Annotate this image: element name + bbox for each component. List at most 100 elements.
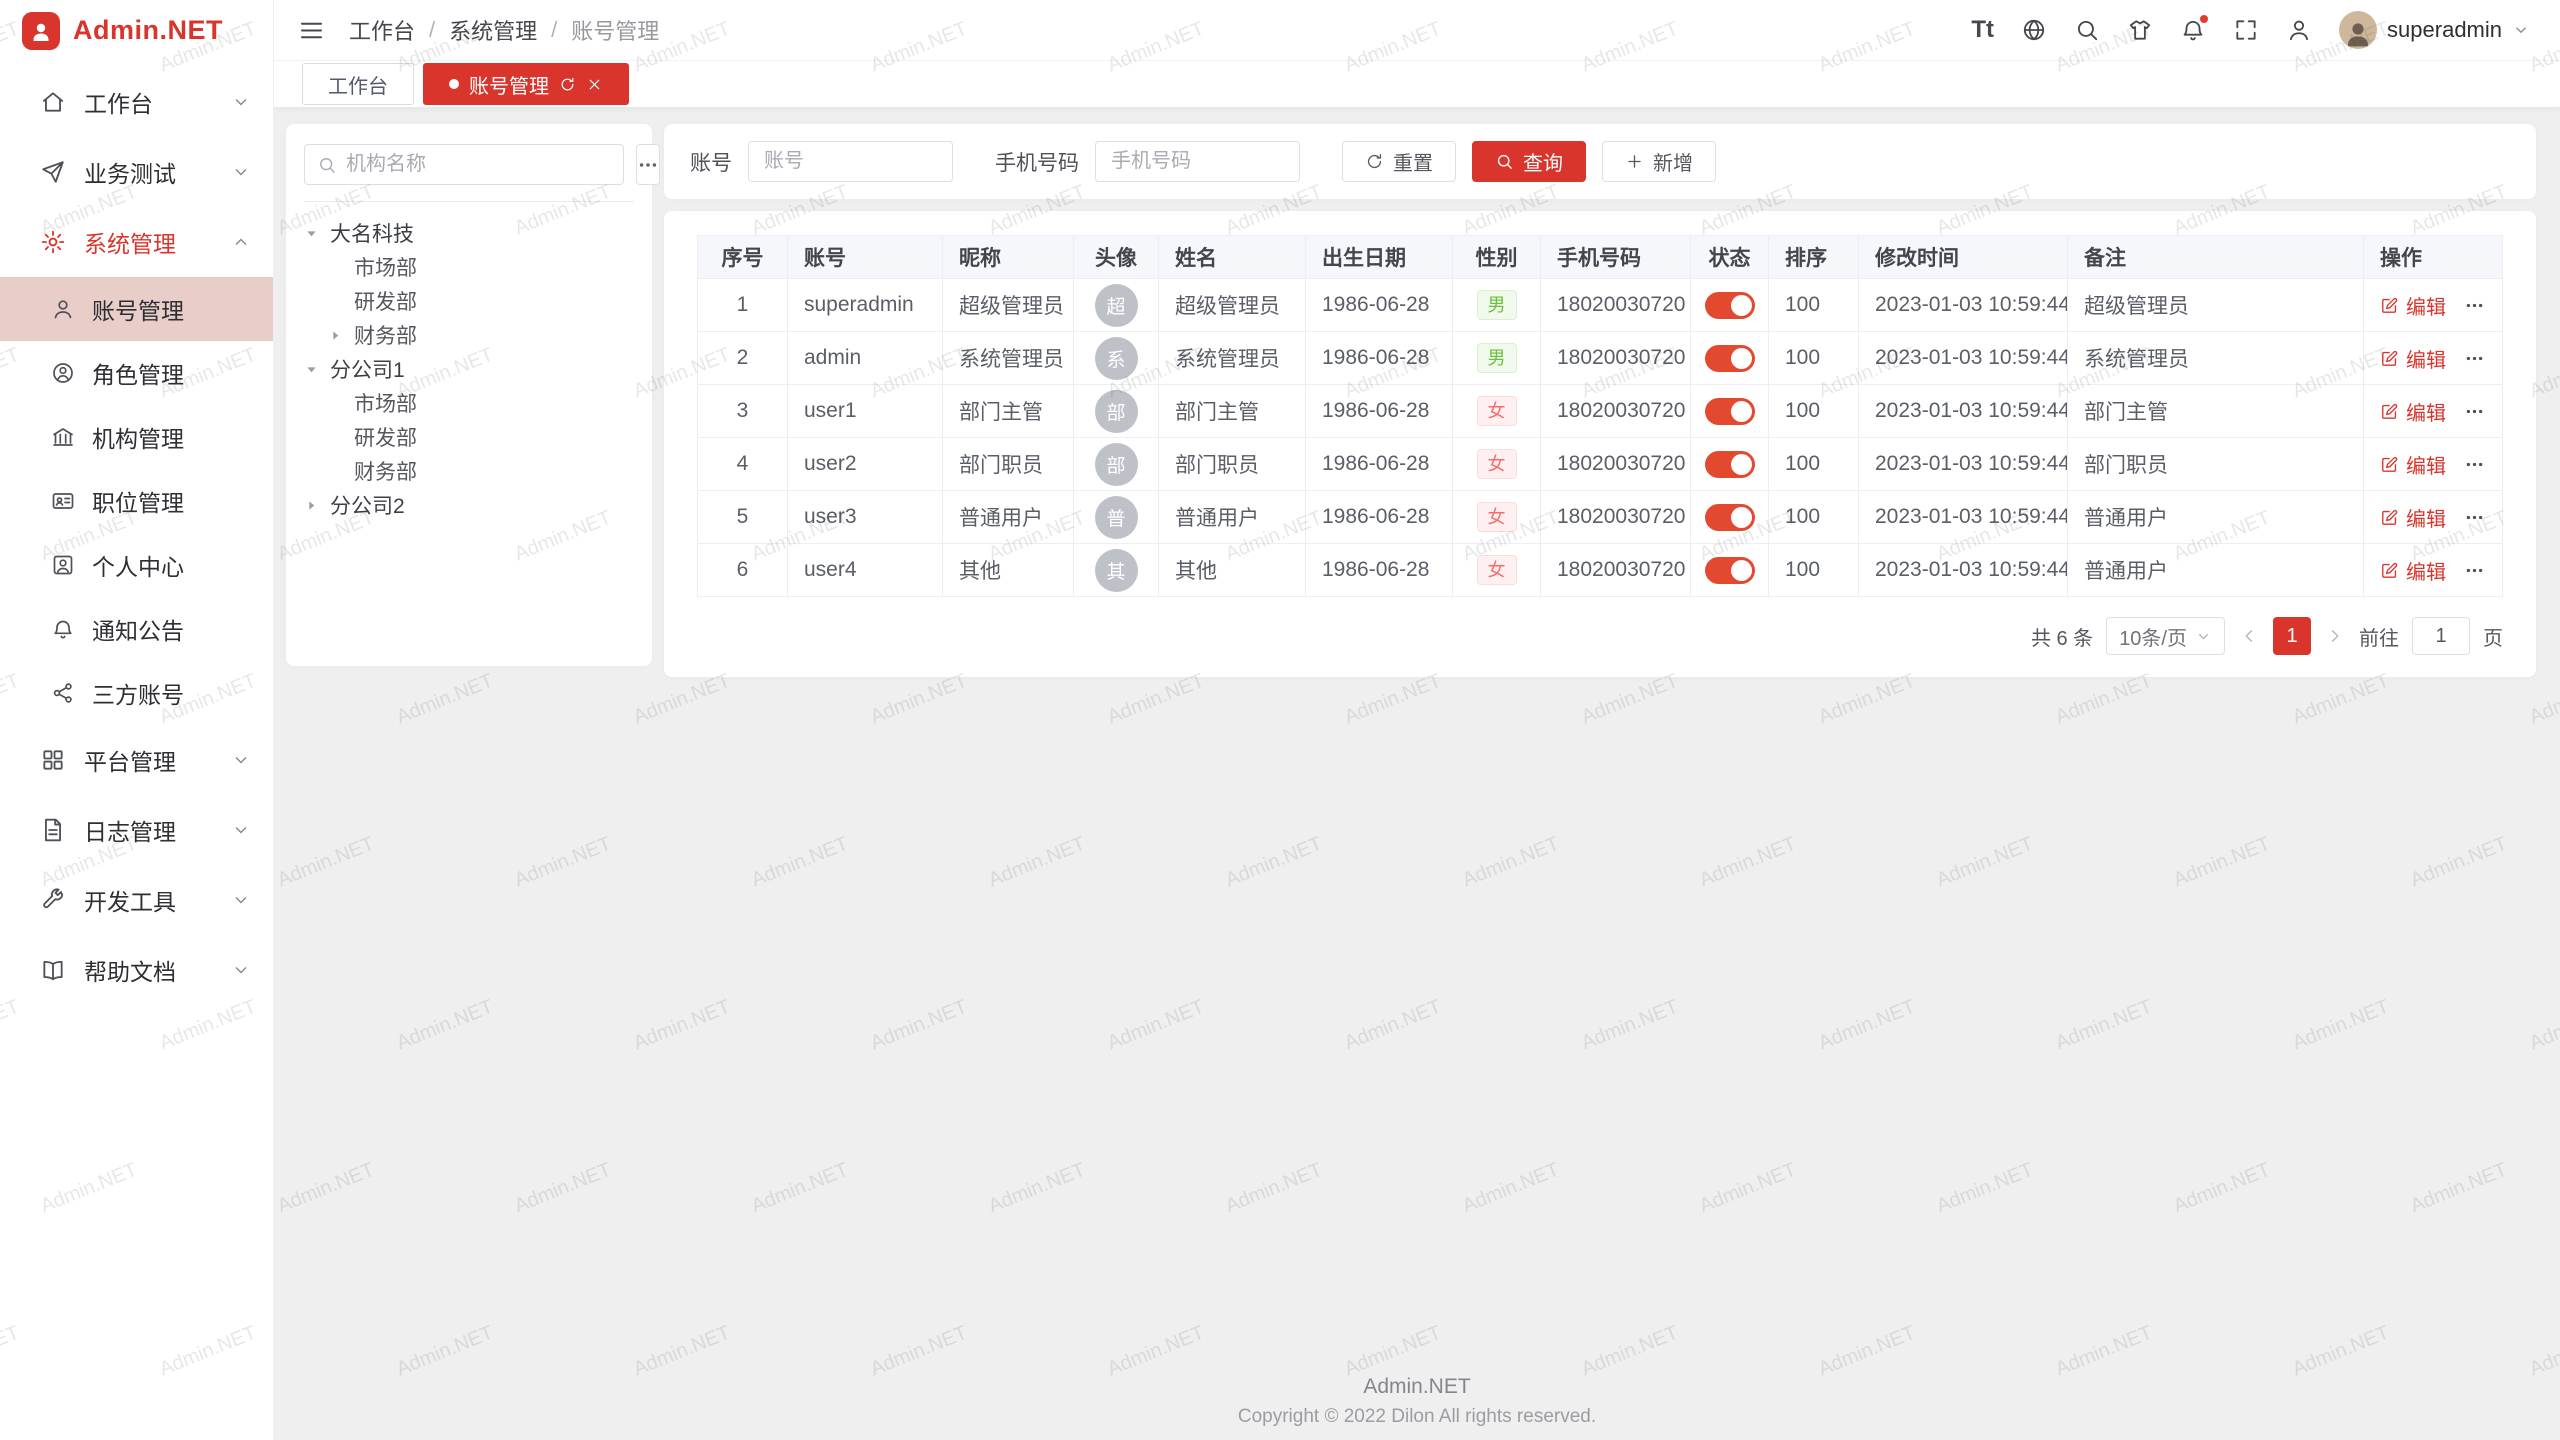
send-icon xyxy=(39,158,67,186)
tree-caret-icon[interactable] xyxy=(304,226,330,241)
avatar: 部 xyxy=(1095,443,1138,486)
search-icon[interactable] xyxy=(2074,17,2100,43)
tab-refresh-icon[interactable] xyxy=(559,76,576,93)
cell-remark: 超级管理员 xyxy=(2068,279,2364,332)
edit-button[interactable]: 编辑 xyxy=(2380,397,2446,426)
edit-button[interactable]: 编辑 xyxy=(2380,291,2446,320)
next-page-button[interactable] xyxy=(2324,625,2346,647)
user-menu[interactable]: superadmin xyxy=(2339,11,2530,49)
edit-button[interactable]: 编辑 xyxy=(2380,450,2446,479)
cell-nickname: 系统管理员 xyxy=(943,332,1074,385)
more-actions-icon[interactable] xyxy=(2464,454,2485,475)
sidebar-item-label: 帮助文档 xyxy=(84,953,231,987)
tab-0[interactable]: 工作台 xyxy=(302,63,414,105)
edit-button-label: 编辑 xyxy=(2406,344,2446,373)
cell-nickname: 超级管理员 xyxy=(943,279,1074,332)
org-search-input[interactable] xyxy=(346,153,611,176)
sidebar-item-devtools[interactable]: 开发工具 xyxy=(0,865,273,935)
sidebar-item-biz-test[interactable]: 业务测试 xyxy=(0,137,273,207)
tree-node[interactable]: 财务部 xyxy=(304,318,634,352)
status-toggle[interactable] xyxy=(1705,345,1755,372)
cell-index: 4 xyxy=(698,438,788,491)
sidebar-item-help[interactable]: 帮助文档 xyxy=(0,935,273,1005)
tree-node[interactable]: 市场部 xyxy=(304,386,634,420)
more-actions-icon[interactable] xyxy=(2464,295,2485,316)
prev-page-button[interactable] xyxy=(2238,625,2260,647)
sidebar-item-account[interactable]: 账号管理 xyxy=(0,277,273,341)
font-size-icon[interactable]: Tt xyxy=(1971,18,1994,42)
sidebar-item-third-account[interactable]: 三方账号 xyxy=(0,661,273,725)
tree-node[interactable]: 财务部 xyxy=(304,454,634,488)
edit-button-label: 编辑 xyxy=(2406,556,2446,585)
sidebar-item-label: 系统管理 xyxy=(84,225,231,259)
user-icon xyxy=(50,296,76,322)
theme-icon[interactable] xyxy=(2127,17,2153,43)
tab-close-icon[interactable] xyxy=(586,76,603,93)
edit-button[interactable]: 编辑 xyxy=(2380,556,2446,585)
sidebar-item-role[interactable]: 角色管理 xyxy=(0,341,273,405)
page-1-button[interactable]: 1 xyxy=(2273,617,2311,655)
edit-button[interactable]: 编辑 xyxy=(2380,503,2446,532)
status-toggle[interactable] xyxy=(1705,398,1755,425)
more-actions-icon[interactable] xyxy=(2464,348,2485,369)
org-tree-panel: 大名科技市场部研发部财务部分公司1市场部研发部财务部分公司2 xyxy=(286,124,652,666)
sidebar-item-notice[interactable]: 通知公告 xyxy=(0,597,273,661)
tree-caret-icon[interactable] xyxy=(304,498,330,513)
sidebar-item-label: 通知公告 xyxy=(92,612,251,646)
goto-page-input[interactable] xyxy=(2412,617,2470,655)
cell-name: 普通用户 xyxy=(1159,491,1306,544)
cell-index: 5 xyxy=(698,491,788,544)
page-size-select[interactable]: 10条/页 xyxy=(2106,617,2225,655)
tree-caret-icon[interactable] xyxy=(304,362,330,377)
fullscreen-icon[interactable] xyxy=(2233,17,2259,43)
refresh-icon xyxy=(1365,152,1384,171)
notification-bell-icon[interactable] xyxy=(2180,17,2206,43)
tree-node[interactable]: 市场部 xyxy=(304,250,634,284)
more-actions-icon[interactable] xyxy=(2464,560,2485,581)
search-button[interactable]: 查询 xyxy=(1472,141,1586,182)
tree-node[interactable]: 分公司1 xyxy=(304,352,634,386)
add-button[interactable]: 新增 xyxy=(1602,141,1716,182)
status-toggle[interactable] xyxy=(1705,504,1755,531)
status-toggle[interactable] xyxy=(1705,557,1755,584)
profile-icon[interactable] xyxy=(2286,17,2312,43)
tree-node[interactable]: 研发部 xyxy=(304,284,634,318)
account-input[interactable] xyxy=(748,141,953,182)
cell-gender: 女 xyxy=(1453,544,1541,597)
phone-input[interactable] xyxy=(1095,141,1300,182)
sidebar-item-system[interactable]: 系统管理 xyxy=(0,207,273,277)
sidebar-item-org[interactable]: 机构管理 xyxy=(0,405,273,469)
sidebar-item-label: 业务测试 xyxy=(84,155,231,189)
tree-node[interactable]: 研发部 xyxy=(304,420,634,454)
breadcrumb-item[interactable]: 系统管理 xyxy=(449,14,537,46)
sidebar-item-profile[interactable]: 个人中心 xyxy=(0,533,273,597)
sidebar-item-position[interactable]: 职位管理 xyxy=(0,469,273,533)
breadcrumb-item[interactable]: 工作台 xyxy=(349,14,415,46)
reset-button-label: 重置 xyxy=(1393,147,1433,176)
sidebar: Admin.NET 工作台 业务测试 系统管理 账号管理 角色管理 机构管理 职… xyxy=(0,0,274,1440)
cell-phone: 18020030720 xyxy=(1541,279,1691,332)
avatar: 普 xyxy=(1095,496,1138,539)
tab-1[interactable]: 账号管理 xyxy=(423,63,629,105)
more-actions-icon[interactable] xyxy=(2464,401,2485,422)
breadcrumb-item[interactable]: 账号管理 xyxy=(571,14,659,46)
logo: Admin.NET xyxy=(0,0,273,61)
tree-node[interactable]: 分公司2 xyxy=(304,488,634,522)
sidebar-item-workbench[interactable]: 工作台 xyxy=(0,67,273,137)
edit-button[interactable]: 编辑 xyxy=(2380,344,2446,373)
collapse-menu-icon[interactable] xyxy=(298,17,325,44)
sidebar-item-logs[interactable]: 日志管理 xyxy=(0,795,273,865)
org-more-button[interactable] xyxy=(636,144,660,185)
status-toggle[interactable] xyxy=(1705,451,1755,478)
sidebar-item-platform[interactable]: 平台管理 xyxy=(0,725,273,795)
status-toggle[interactable] xyxy=(1705,292,1755,319)
pagination: 共 6 条 10条/页 1 前往 页 xyxy=(697,617,2503,655)
more-actions-icon[interactable] xyxy=(2464,507,2485,528)
tree-node[interactable]: 大名科技 xyxy=(304,216,634,250)
tree-node-label: 分公司2 xyxy=(330,490,405,520)
language-globe-icon[interactable] xyxy=(2021,17,2047,43)
tree-caret-icon[interactable] xyxy=(328,328,354,343)
cell-sort: 100 xyxy=(1769,491,1859,544)
reset-button[interactable]: 重置 xyxy=(1342,141,1456,182)
sidebar-item-label: 三方账号 xyxy=(92,676,251,710)
